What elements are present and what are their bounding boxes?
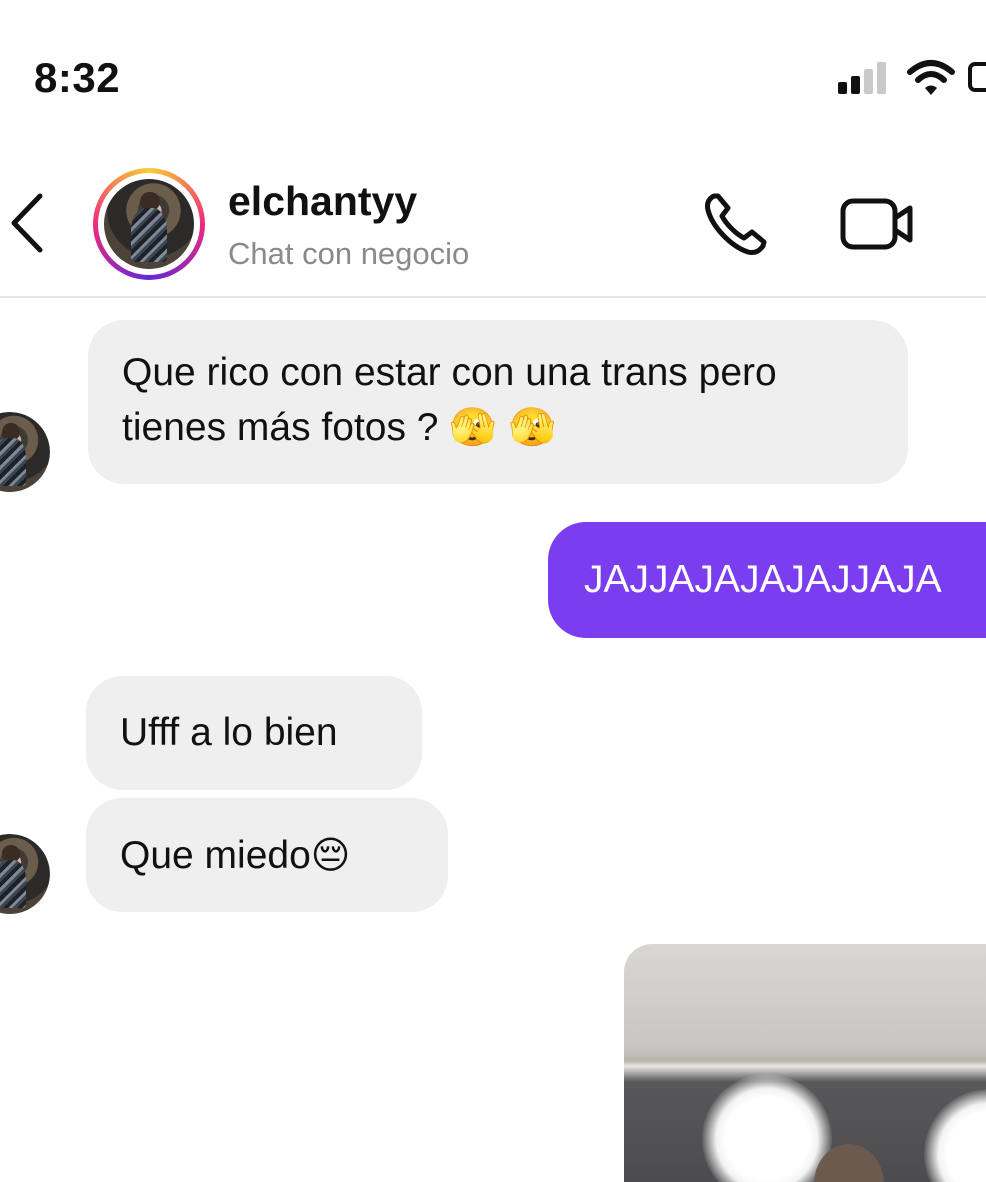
video-camera-icon[interactable] [838,188,918,260]
incoming-message[interactable]: Ufff a lo bien [86,676,422,790]
back-chevron-icon[interactable] [2,188,54,258]
photo-light [924,1089,986,1182]
message-text: JAJJAJAJAJAJJAJA [584,558,942,601]
message-text-line: Que rico con estar con una trans pero [122,351,777,394]
pensive-face-emoji: 😔 [310,833,351,877]
chat-header: elchantyy Chat con negocio [0,150,986,298]
sender-avatar[interactable] [0,412,50,492]
outgoing-photo-message[interactable] [624,944,986,1182]
message-text: Ufff a lo bien [120,711,338,754]
incoming-message[interactable]: Que rico con estar con una trans pero ti… [88,320,908,484]
status-time: 8:32 [34,54,121,101]
wifi-icon [907,60,955,95]
phone-icon[interactable] [700,188,772,260]
message-text: Que miedo [120,834,311,877]
face-with-peeking-eye-emoji: 🫣 🫣 [449,405,557,449]
contact-avatar[interactable] [93,168,205,280]
cellular-signal-icon [838,60,894,94]
chat-screen: 8:32 elchantyy Chat con negocio Que rico… [0,0,986,1182]
chat-type-label: Chat con negocio [228,236,470,271]
outgoing-message[interactable]: JAJJAJAJAJAJJAJA [548,522,986,638]
sender-avatar[interactable] [0,834,50,914]
status-bar: 8:32 [0,0,986,150]
battery-icon [968,62,986,92]
message-text-line: tienes más fotos ? 🫣 🫣 [122,405,557,449]
photo-light [702,1074,832,1182]
contact-username[interactable]: elchantyy [228,178,417,225]
incoming-message[interactable]: Que miedo😔 [86,798,448,912]
